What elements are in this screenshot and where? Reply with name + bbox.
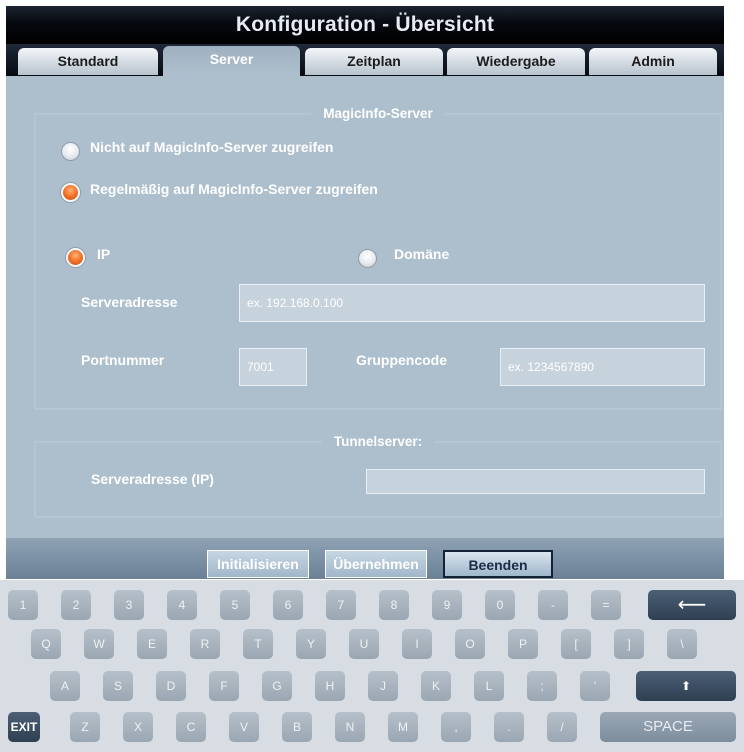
key-d[interactable]: D	[156, 671, 186, 701]
key-i[interactable]: I	[402, 629, 432, 659]
tunnel-server-legend: Tunnelserver:	[333, 434, 423, 449]
key-w[interactable]: W	[84, 629, 114, 659]
key-8[interactable]: 8	[379, 590, 409, 620]
label-regular-access: Regelmäßig auf MagicInfo-Server zugreife…	[90, 181, 378, 197]
tab-admin[interactable]: Admin	[589, 48, 717, 75]
key-5[interactable]: 5	[220, 590, 250, 620]
backspace-arrow-icon: ⟵	[677, 594, 707, 616]
tunnel-server-address-label: Serveradresse (IP)	[91, 471, 214, 487]
key-comma[interactable]: ,	[441, 712, 471, 742]
tunnel-server-address-input[interactable]	[366, 469, 705, 494]
port-input[interactable]	[239, 348, 307, 386]
on-screen-keyboard: 1 2 3 4 5 6 7 8 9 0 - = ⟵ Q W E R T Y U …	[0, 580, 744, 752]
key-k[interactable]: K	[421, 671, 451, 701]
label-no-access: Nicht auf MagicInfo-Server zugreifen	[90, 139, 334, 155]
configuration-dialog: Konfiguration - Übersicht Standard Serve…	[6, 6, 724, 579]
key-h[interactable]: H	[315, 671, 345, 701]
tab-wiedergabe[interactable]: Wiedergabe	[447, 48, 585, 75]
key-2[interactable]: 2	[61, 590, 91, 620]
key-t[interactable]: T	[243, 629, 273, 659]
radio-no-access[interactable]	[61, 142, 80, 161]
key-6[interactable]: 6	[273, 590, 303, 620]
key-c[interactable]: C	[176, 712, 206, 742]
key-e[interactable]: E	[137, 629, 167, 659]
server-address-input[interactable]	[239, 284, 705, 322]
initialize-button[interactable]: Initialisieren	[207, 550, 309, 578]
key-g[interactable]: G	[262, 671, 292, 701]
key-0[interactable]: 0	[485, 590, 515, 620]
key-o[interactable]: O	[455, 629, 485, 659]
key-semicolon[interactable]: ;	[527, 671, 557, 701]
key-n[interactable]: N	[335, 712, 365, 742]
group-code-label: Gruppencode	[356, 352, 448, 368]
key-r[interactable]: R	[190, 629, 220, 659]
window-title: Konfiguration - Übersicht	[235, 13, 495, 36]
key-v[interactable]: V	[229, 712, 259, 742]
key-bracket-right[interactable]: ]	[614, 629, 644, 659]
key-7[interactable]: 7	[326, 590, 356, 620]
key-z[interactable]: Z	[70, 712, 100, 742]
key-s[interactable]: S	[103, 671, 133, 701]
port-label: Portnummer	[81, 352, 165, 368]
key-u[interactable]: U	[349, 629, 379, 659]
key-a[interactable]: A	[50, 671, 80, 701]
shift-key[interactable]: ⬆	[636, 671, 736, 701]
key-x[interactable]: X	[123, 712, 153, 742]
apply-button[interactable]: Übernehmen	[325, 550, 427, 578]
key-f[interactable]: F	[209, 671, 239, 701]
key-9[interactable]: 9	[432, 590, 462, 620]
key-slash[interactable]: /	[547, 712, 577, 742]
radio-mode-domain[interactable]	[358, 249, 377, 268]
key-3[interactable]: 3	[114, 590, 144, 620]
key-equals[interactable]: =	[591, 590, 621, 620]
key-p[interactable]: P	[508, 629, 538, 659]
key-l[interactable]: L	[474, 671, 504, 701]
label-mode-domain: Domäne	[394, 246, 450, 262]
exit-key[interactable]: EXIT	[8, 712, 40, 742]
key-q[interactable]: Q	[31, 629, 61, 659]
key-apostrophe[interactable]: '	[580, 671, 610, 701]
key-minus[interactable]: -	[538, 590, 568, 620]
group-code-input[interactable]	[500, 348, 705, 386]
server-address-label: Serveradresse	[81, 294, 178, 310]
radio-mode-ip[interactable]	[66, 248, 85, 267]
shift-arrow-icon: ⬆	[680, 679, 692, 693]
radio-regular-access[interactable]	[61, 183, 80, 202]
tab-zeitplan[interactable]: Zeitplan	[305, 48, 443, 75]
magicinfo-server-legend: MagicInfo-Server	[323, 106, 433, 121]
key-bracket-left[interactable]: [	[561, 629, 591, 659]
key-y[interactable]: Y	[296, 629, 326, 659]
key-j[interactable]: J	[368, 671, 398, 701]
backspace-key[interactable]: ⟵	[648, 590, 736, 620]
space-key[interactable]: SPACE	[600, 712, 736, 742]
key-b[interactable]: B	[282, 712, 312, 742]
tab-standard[interactable]: Standard	[18, 48, 158, 75]
key-4[interactable]: 4	[167, 590, 197, 620]
key-period[interactable]: .	[494, 712, 524, 742]
exit-dialog-button[interactable]: Beenden	[443, 550, 553, 578]
key-1[interactable]: 1	[8, 590, 38, 620]
key-backslash[interactable]: \	[667, 629, 697, 659]
tab-server[interactable]: Server	[163, 46, 300, 76]
label-mode-ip: IP	[97, 246, 111, 262]
key-m[interactable]: M	[388, 712, 418, 742]
